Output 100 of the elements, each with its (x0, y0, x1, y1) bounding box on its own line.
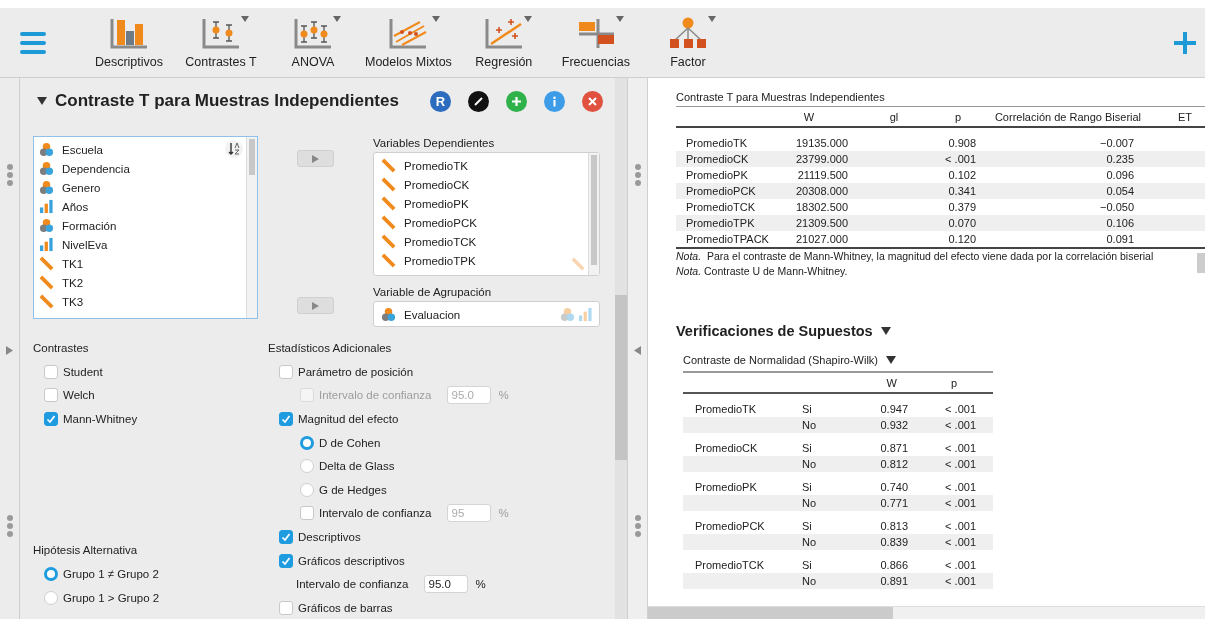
resize-handle-icon[interactable] (633, 515, 642, 537)
ruler-icon (381, 253, 396, 268)
checkbox[interactable] (44, 388, 58, 403)
module-button[interactable]: Factor (647, 16, 728, 69)
module-button[interactable]: ANOVA (273, 16, 353, 69)
checkbox[interactable] (300, 506, 314, 521)
collapse-arrow-icon[interactable] (880, 327, 891, 335)
variable-name[interactable]: TK3 (62, 295, 84, 308)
variable-list[interactable]: Escuela Dependencia Genero Años Formación NivelEva TK1 TK2 TK3 (33, 136, 258, 319)
table-note: Nota. Contraste U de Mann-Whitney. (676, 265, 848, 277)
nominal-variable-icon (39, 161, 54, 176)
checkbox[interactable] (279, 553, 293, 568)
variable-name[interactable]: Formación (62, 219, 117, 232)
ruler-icon (381, 234, 396, 249)
expand-arrow-icon[interactable] (6, 346, 13, 355)
add-button[interactable] (506, 90, 527, 112)
resize-handle-icon[interactable] (5, 515, 14, 537)
move-button[interactable] (297, 150, 334, 167)
nominal-variable-icon (39, 142, 54, 157)
table-cell: Si (802, 442, 812, 454)
number-field[interactable]: 95.0 (423, 575, 468, 594)
collapse-arrow-icon[interactable] (37, 97, 47, 105)
nominal-variable-icon (39, 218, 54, 233)
grouping-variable-field[interactable]: Evaluacion (373, 301, 600, 327)
ruler-icon (39, 256, 54, 271)
close-button[interactable] (582, 90, 603, 112)
table-cell: 0.932 (880, 419, 908, 431)
variable-name[interactable]: PromedioTCK (404, 235, 477, 248)
nominal-variable-icon (381, 307, 396, 322)
table-cell: 0.070 (948, 217, 976, 229)
module-button[interactable]: Descriptivos (89, 16, 169, 69)
table-cell: 21027.000 (796, 233, 848, 245)
check-icon (281, 555, 291, 566)
column-header: ET (1177, 110, 1193, 123)
table-cell: < .001 (945, 419, 976, 431)
table-cell: No (802, 419, 817, 431)
module-button[interactable]: Modelos Mixtos (365, 16, 452, 69)
plus-icon[interactable] (1173, 30, 1197, 55)
variable-name[interactable]: PromedioPCK (404, 216, 477, 229)
section-title: Verificaciones de Supuestos (676, 323, 873, 339)
checkbox[interactable] (279, 529, 293, 544)
table-cell: < .001 (945, 403, 976, 415)
ruler-icon (381, 177, 396, 192)
variable-name[interactable]: TK2 (62, 276, 84, 289)
option-label: Delta de Glass (319, 460, 395, 473)
variable-name[interactable]: PromedioTPK (404, 254, 476, 267)
resize-handle-icon[interactable] (5, 164, 14, 186)
table-cell: Si (802, 559, 812, 571)
checkbox[interactable] (44, 364, 58, 379)
variable-name[interactable]: NivelEva (62, 238, 108, 251)
table-cell: < .001 (945, 153, 976, 165)
menu-icon[interactable] (20, 30, 46, 55)
r-syntax-button[interactable]: R (430, 90, 451, 112)
radio-button[interactable] (44, 567, 58, 582)
variable-name[interactable]: Dependencia (62, 162, 130, 175)
variable-name[interactable]: TK1 (62, 257, 84, 270)
variable-name[interactable]: PromedioPK (404, 197, 469, 210)
scrollbar[interactable] (246, 137, 257, 318)
table-cell: 0.839 (880, 536, 908, 548)
sort-icon[interactable] (225, 140, 243, 158)
table-cell: 21119.500 (797, 169, 848, 181)
dependent-variables-list[interactable]: PromedioTK PromedioCK PromedioPK PromedioPCK PromedioTCK PromedioTPK (373, 152, 600, 276)
resize-handle-icon[interactable] (633, 164, 642, 186)
module-button[interactable]: Contrastes T (181, 16, 261, 69)
edit-button[interactable] (468, 90, 489, 112)
table-cell: −0.050 (1100, 201, 1134, 213)
checkbox[interactable] (44, 412, 58, 426)
radio-button[interactable] (300, 435, 314, 450)
regression-line-icon (483, 16, 524, 50)
table-cell: 0.812 (880, 458, 908, 470)
variable-name[interactable]: Evaluacion (404, 308, 461, 321)
table-cell: No (802, 575, 817, 587)
table-cell: < .001 (945, 536, 976, 548)
scrollbar[interactable] (615, 78, 627, 619)
checkbox[interactable] (279, 600, 293, 615)
scrollbar[interactable] (648, 606, 1205, 619)
variable-name[interactable]: Escuela (62, 143, 103, 156)
option-label: Intervalo de confianza (296, 578, 409, 591)
variable-name[interactable]: Genero (62, 181, 101, 194)
collapse-arrow-icon[interactable] (886, 355, 896, 364)
scrollbar[interactable] (1197, 253, 1205, 273)
radio-button[interactable] (300, 459, 314, 474)
option-label: Gráficos de barras (298, 601, 393, 614)
option-label: Intervalo de confianza (319, 389, 432, 402)
info-button[interactable] (544, 90, 565, 112)
module-button[interactable]: Regresión (463, 16, 544, 69)
scrollbar[interactable] (588, 153, 599, 275)
module-button[interactable]: Frecuencias (555, 16, 636, 69)
checkbox[interactable] (279, 364, 293, 379)
move-button[interactable] (297, 297, 334, 314)
variable-name[interactable]: Años (62, 200, 89, 213)
table-cell: 0.054 (1106, 185, 1134, 197)
table-cell: 0.871 (880, 442, 908, 454)
radio-button[interactable] (44, 590, 58, 605)
table-cell: PromedioCK (695, 442, 758, 454)
variable-name[interactable]: PromedioCK (404, 178, 470, 191)
option-label: Intervalo de confianza (319, 507, 432, 520)
checkbox[interactable] (279, 412, 293, 426)
variable-name[interactable]: PromedioTK (404, 159, 468, 172)
radio-button[interactable] (300, 482, 314, 497)
